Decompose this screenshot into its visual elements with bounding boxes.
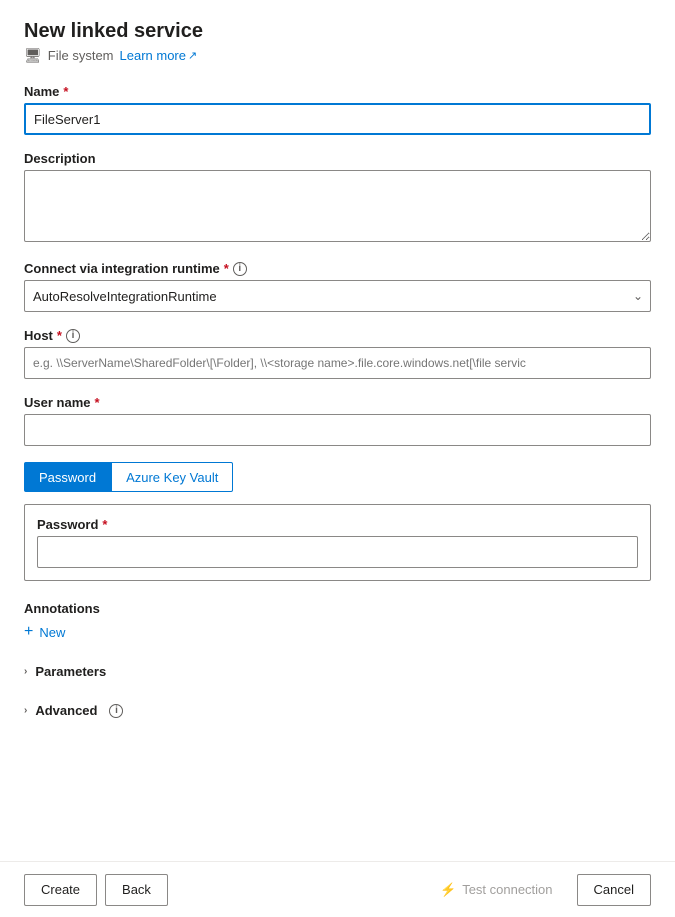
username-input[interactable] [24, 414, 651, 446]
name-input[interactable] [24, 103, 651, 135]
external-link-icon: ↗ [188, 49, 197, 62]
host-label: Host [24, 328, 53, 343]
username-required: * [94, 395, 99, 410]
footer-bar: Create Back ⚡ Test connection Cancel [0, 861, 675, 917]
host-info-icon[interactable]: i [66, 329, 80, 343]
host-input[interactable] [24, 347, 651, 379]
back-button[interactable]: Back [105, 874, 168, 906]
test-connection-button[interactable]: ⚡ Test connection [424, 874, 569, 906]
subtitle-text: File system [48, 48, 114, 63]
description-label: Description [24, 151, 96, 166]
annotations-label: Annotations [24, 601, 651, 616]
advanced-label: Advanced [35, 703, 97, 718]
learn-more-link[interactable]: Learn more ↗ [120, 48, 198, 63]
integration-runtime-info-icon[interactable]: i [233, 262, 247, 276]
description-textarea[interactable] [24, 170, 651, 242]
azure-key-vault-tab-button[interactable]: Azure Key Vault [111, 462, 233, 492]
file-system-icon: 🖥 [24, 47, 42, 64]
advanced-info-icon[interactable]: i [109, 704, 123, 718]
integration-runtime-select[interactable]: AutoResolveIntegrationRuntime [24, 280, 651, 312]
parameters-chevron-icon: › [24, 666, 27, 677]
test-connection-icon: ⚡ [440, 882, 456, 898]
create-button[interactable]: Create [24, 874, 97, 906]
host-required: * [57, 328, 62, 343]
plus-icon: + [24, 624, 33, 640]
parameters-section-header[interactable]: › Parameters [24, 656, 651, 687]
name-label: Name [24, 84, 59, 99]
password-box: Password * [24, 504, 651, 581]
advanced-chevron-icon: › [24, 705, 27, 716]
integration-runtime-required: * [224, 261, 229, 276]
new-annotation-button[interactable]: + New [24, 624, 65, 640]
advanced-section-header[interactable]: › Advanced i [24, 695, 651, 726]
integration-runtime-label: Connect via integration runtime [24, 261, 220, 276]
cancel-button[interactable]: Cancel [577, 874, 651, 906]
password-tab-button[interactable]: Password [24, 462, 111, 492]
page-title: New linked service [24, 20, 651, 43]
name-required: * [63, 84, 68, 99]
parameters-label: Parameters [35, 664, 106, 679]
password-required: * [102, 517, 107, 532]
password-input[interactable] [37, 536, 638, 568]
username-label: User name [24, 395, 90, 410]
password-inner-label: Password [37, 517, 98, 532]
